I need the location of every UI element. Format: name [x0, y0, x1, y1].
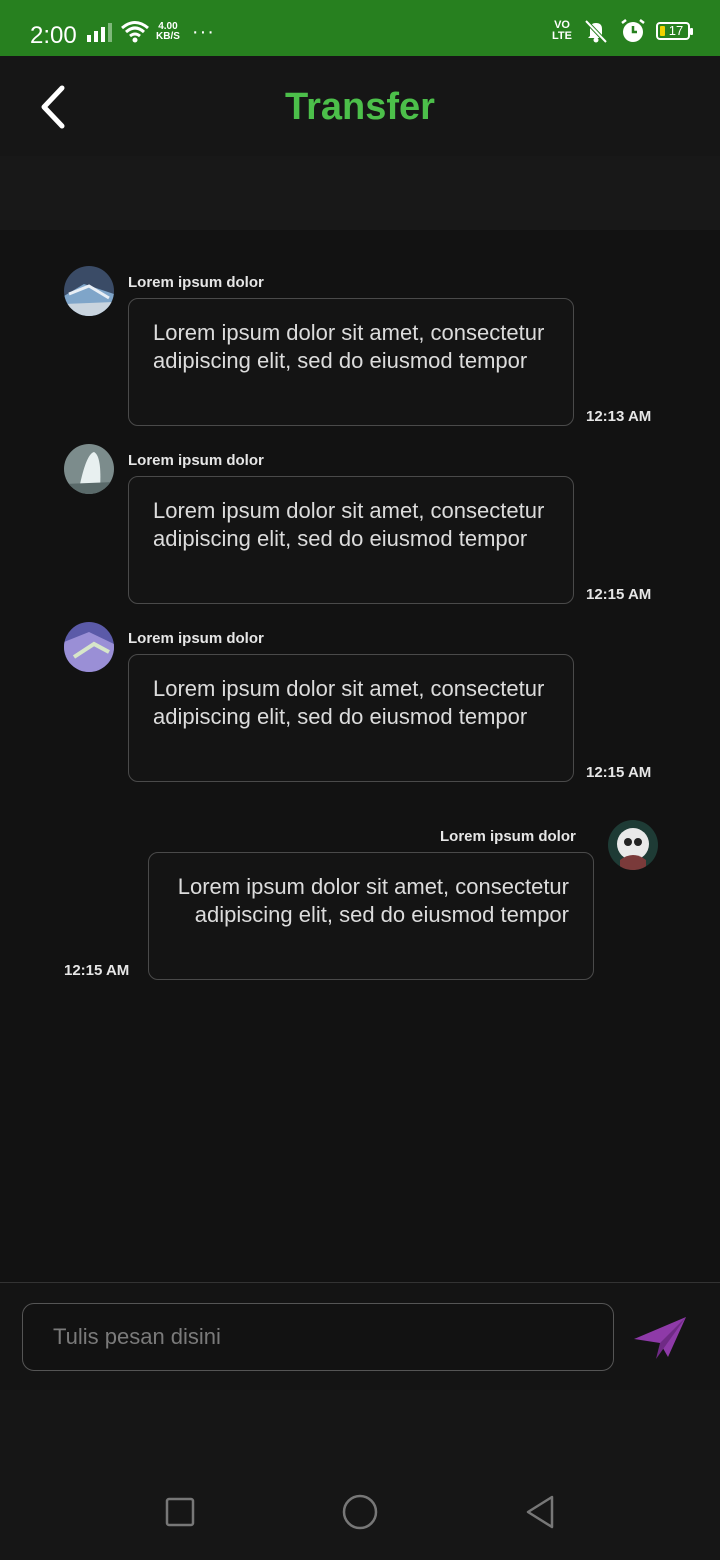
home-circle-icon[interactable] [341, 1493, 379, 1531]
wifi-icon [121, 21, 149, 43]
avatar[interactable] [64, 622, 114, 672]
message-input[interactable] [22, 1303, 614, 1371]
sender-name: Lorem ipsum dolor [128, 274, 264, 291]
battery-icon: 17 [656, 22, 693, 40]
signal-icon [87, 23, 112, 42]
message-time: 12:15 AM [64, 962, 130, 979]
page-title: Transfer [285, 86, 435, 128]
network-speed-unit: KB/S [156, 31, 180, 42]
status-time: 2:00 [30, 22, 77, 49]
volte-bottom: LTE [552, 30, 572, 42]
message-time: 12:15 AM [586, 764, 652, 781]
alarm-icon [621, 19, 645, 42]
system-nav-bar [0, 1390, 720, 1560]
battery-level: 17 [668, 23, 684, 38]
sender-name: Lorem ipsum dolor [128, 630, 264, 647]
message-bubble[interactable]: Lorem ipsum dolor sit amet, consectetur … [128, 654, 574, 782]
back-triangle-icon[interactable] [522, 1494, 558, 1530]
avatar[interactable] [64, 266, 114, 316]
message-bubble[interactable]: Lorem ipsum dolor sit amet, consectetur … [128, 298, 574, 426]
message-bubble[interactable]: Lorem ipsum dolor sit amet, consectetur … [148, 852, 594, 980]
message-composer [0, 1282, 720, 1392]
send-icon[interactable] [632, 1313, 688, 1363]
sub-header-bar [0, 156, 720, 230]
network-speed: 4.00 KB/S [156, 22, 180, 42]
avatar[interactable] [608, 820, 658, 870]
recents-square-icon[interactable] [164, 1496, 196, 1528]
message-bubble[interactable]: Lorem ipsum dolor sit amet, consectetur … [128, 476, 574, 604]
volte-indicator: VO LTE [552, 20, 572, 42]
avatar[interactable] [64, 444, 114, 494]
sender-name: Lorem ipsum dolor [440, 828, 576, 845]
more-notifications-icon: ··· [191, 20, 215, 43]
sender-name: Lorem ipsum dolor [128, 452, 264, 469]
mute-bell-icon [584, 19, 608, 44]
app-bar: Transfer [0, 56, 720, 156]
message-time: 12:15 AM [586, 586, 652, 603]
status-bar: 2:00 4.00 KB/S ··· VO LTE 17 [0, 0, 720, 56]
message-time: 12:13 AM [586, 408, 652, 425]
